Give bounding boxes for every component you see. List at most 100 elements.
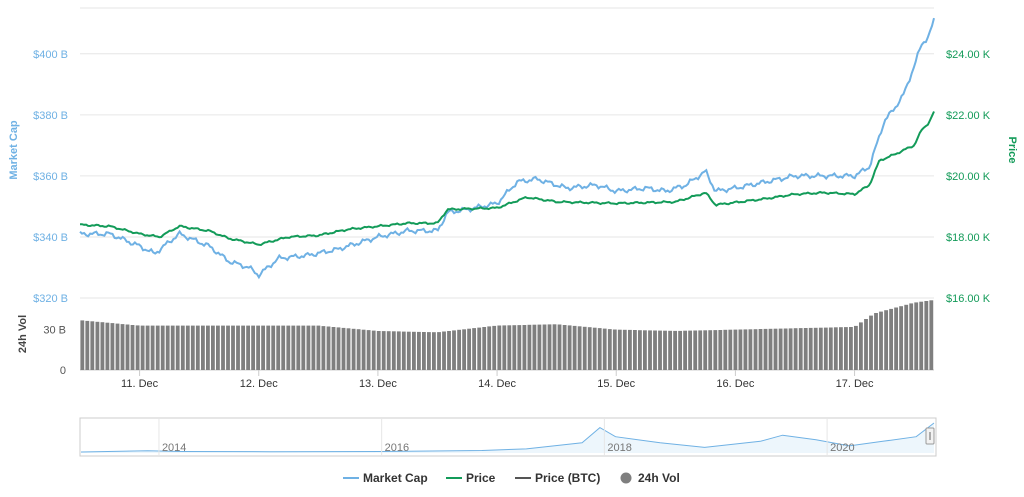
- volume-bar: [226, 325, 230, 370]
- volume-bar: [190, 325, 195, 370]
- volume-bar: [351, 328, 356, 370]
- volume-bar: [422, 332, 426, 370]
- volume-bar: [291, 325, 296, 370]
- volume-bar: [693, 330, 698, 370]
- volume-bar: [653, 330, 657, 370]
- volume-bar: [201, 325, 205, 370]
- volume-bar: [457, 329, 462, 370]
- volume-bar: [768, 328, 773, 370]
- volume-bar: [778, 328, 783, 370]
- left-tick-label: $400 B: [33, 49, 68, 61]
- volume-bar: [306, 325, 311, 370]
- volume-bar: [100, 322, 105, 370]
- volume-bar: [527, 324, 532, 370]
- left-tick-label: $320 B: [33, 293, 68, 305]
- circle-icon: [620, 472, 632, 484]
- volume-bar: [346, 328, 351, 370]
- volume-bar: [135, 325, 140, 370]
- volume-bar: [798, 328, 803, 370]
- x-tick-label: 14. Dec: [478, 378, 516, 390]
- volume-bar: [723, 329, 728, 370]
- volume-bar: [492, 325, 497, 370]
- volume-bar: [748, 329, 753, 370]
- volume-bar: [90, 321, 95, 370]
- volume-bar: [622, 329, 627, 370]
- volume-bar: [417, 331, 421, 370]
- volume-bar: [321, 326, 326, 370]
- volume-bar: [522, 325, 527, 370]
- volume-bar: [256, 325, 261, 370]
- volume-bar: [783, 328, 788, 370]
- volume-bar: [266, 325, 271, 370]
- navigator-year-label: 2016: [385, 442, 409, 454]
- chart-container: $320 B $340 B $360 B $380 B $400 B $16.00 K $1…: [0, 0, 1024, 492]
- legend-item[interactable]: Price: [446, 471, 496, 485]
- volume-bar: [833, 327, 838, 370]
- volume-bar: [447, 331, 451, 370]
- volume-bar: [296, 325, 301, 370]
- volume-bar: [180, 325, 185, 370]
- volume-bar: [803, 328, 808, 370]
- volume-bar: [683, 330, 688, 370]
- market-cap-line: [79, 17, 935, 280]
- volume-bar: [160, 325, 165, 370]
- volume-bar: [567, 325, 572, 370]
- volume-bar: [753, 329, 758, 370]
- volume-bar: [688, 330, 693, 370]
- volume-bar: [909, 303, 914, 370]
- volume-bar: [733, 329, 738, 370]
- volume-bar: [155, 325, 160, 370]
- x-tick-label: 17. Dec: [836, 378, 874, 390]
- volume-bar: [813, 327, 818, 370]
- volume-bar: [557, 324, 562, 370]
- volume-bar: [572, 325, 577, 370]
- volume-bar: [542, 324, 547, 370]
- volume-bar: [286, 325, 291, 370]
- volume-bar: [587, 327, 592, 370]
- x-tick-label: 12. Dec: [240, 378, 278, 390]
- right-tick-label: $20.00 K: [946, 171, 991, 183]
- volume-bar: [592, 327, 597, 370]
- volume-bar: [864, 319, 868, 370]
- volume-bar: [763, 328, 768, 370]
- volume-bar: [472, 328, 477, 370]
- volume-bar: [552, 324, 557, 370]
- volume-bar: [502, 325, 507, 370]
- x-tick-label: 16. Dec: [716, 378, 754, 390]
- volume-bar: [236, 325, 240, 370]
- volume-bar: [713, 330, 718, 370]
- volume-bar: [849, 327, 853, 370]
- volume-bar: [663, 330, 667, 370]
- volume-bar: [869, 315, 873, 370]
- volume-bar: [547, 324, 552, 370]
- legend: Market Cap Price Price (BTC) 24h Vol: [343, 471, 680, 485]
- legend-item[interactable]: Price (BTC): [515, 471, 600, 485]
- left-axis-title: Market Cap: [8, 120, 20, 180]
- volume-bar: [854, 325, 858, 370]
- volume-bar: [844, 327, 848, 370]
- volume-bar: [658, 330, 662, 370]
- volume-bar: [336, 327, 341, 370]
- volume-bar: [924, 301, 929, 370]
- volume-bar: [773, 328, 778, 370]
- volume-bar: [708, 330, 713, 370]
- volume-bar: [914, 302, 919, 370]
- legend-item[interactable]: Market Cap: [343, 471, 428, 485]
- volume-bar: [899, 306, 904, 370]
- volume-bar: [788, 328, 793, 370]
- legend-item[interactable]: 24h Vol: [620, 471, 680, 485]
- x-tick-label: 11. Dec: [121, 378, 159, 390]
- right-tick-label: $24.00 K: [946, 49, 991, 61]
- volume-bar: [477, 327, 482, 370]
- volume-bar: [401, 331, 406, 370]
- volume-bar: [427, 332, 431, 370]
- volume-bar: [758, 329, 763, 370]
- volume-bar: [221, 325, 225, 370]
- right-axis-title: Price: [1006, 137, 1018, 164]
- volume-bar: [165, 325, 170, 370]
- x-tick-label: 13. Dec: [359, 378, 397, 390]
- left-tick-label: $380 B: [33, 110, 68, 122]
- legend-label: 24h Vol: [638, 471, 680, 485]
- navigator[interactable]: 2014 2016 2018 2020: [79, 417, 937, 457]
- volume-bar: [839, 327, 843, 370]
